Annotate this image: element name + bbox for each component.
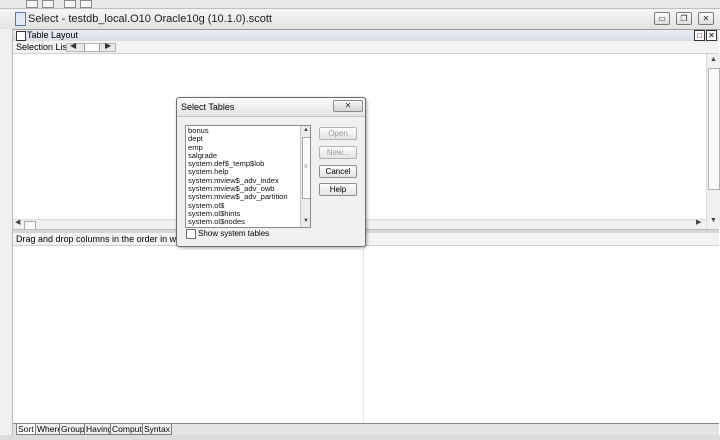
scroll-thumb[interactable] bbox=[708, 68, 720, 190]
toolbar-button-icon[interactable] bbox=[42, 0, 54, 8]
dialog-title: Select Tables bbox=[181, 102, 235, 112]
scroll-up-icon[interactable]: ▲ bbox=[303, 127, 309, 133]
minimize-button[interactable]: ▭ bbox=[654, 12, 670, 25]
pane-divider bbox=[363, 246, 364, 423]
selection-list-row: Selection List: ◀ ▶ bbox=[13, 41, 719, 54]
tab-group[interactable]: Group bbox=[59, 424, 87, 435]
hint-bar: Drag and drop columns in the order in wh… bbox=[13, 233, 719, 246]
scroll-thumb[interactable] bbox=[84, 44, 100, 51]
window-title: Select - testdb_local.O10 Oracle10g (10.… bbox=[28, 13, 272, 25]
cancel-button[interactable]: Cancel bbox=[319, 165, 357, 178]
tab-syntax[interactable]: Syntax bbox=[142, 424, 172, 435]
panel-restore-button[interactable]: □ bbox=[694, 30, 705, 41]
new-button[interactable]: New... bbox=[319, 146, 357, 159]
scroll-down-icon[interactable]: ▼ bbox=[710, 217, 717, 224]
toolbar-button-icon[interactable] bbox=[26, 0, 38, 8]
selection-list-scrollbar[interactable]: ◀ ▶ bbox=[66, 41, 116, 52]
show-system-tables-label: Show system tables bbox=[198, 229, 270, 238]
toolbar-strip bbox=[0, 0, 720, 9]
tab-sort[interactable]: Sort bbox=[16, 424, 36, 435]
show-system-tables-checkbox[interactable] bbox=[186, 229, 196, 239]
help-button[interactable]: Help bbox=[319, 183, 357, 196]
open-button[interactable]: Open bbox=[319, 127, 357, 140]
toolbar-button-icon[interactable] bbox=[80, 0, 92, 8]
window-titlebar: Select - testdb_local.O10 Oracle10g (10.… bbox=[0, 9, 720, 30]
restore-button[interactable]: ❐ bbox=[676, 12, 692, 25]
panel-close-button[interactable]: ✕ bbox=[706, 30, 717, 41]
list-item[interactable]: system.ol$nodes bbox=[188, 217, 298, 226]
document-icon bbox=[15, 12, 26, 26]
scroll-right-icon[interactable]: ▶ bbox=[696, 218, 701, 226]
grip-icon: ≡ bbox=[304, 164, 308, 170]
table-layout-title: Table Layout bbox=[27, 30, 79, 40]
scroll-left-icon[interactable]: ◀ bbox=[70, 41, 76, 50]
canvas-vertical-scrollbar[interactable]: ▲ ▼ bbox=[706, 54, 720, 229]
close-button[interactable]: ✕ bbox=[698, 12, 714, 25]
dialog-close-button[interactable]: ✕ bbox=[333, 100, 363, 112]
list-item[interactable]: bonus bbox=[188, 126, 298, 135]
scroll-down-icon[interactable]: ▼ bbox=[303, 218, 309, 224]
tables-listbox[interactable]: bonus dept emp salgrade system.def$_temp… bbox=[185, 125, 311, 228]
scroll-up-icon[interactable]: ▲ bbox=[710, 56, 717, 63]
status-strip bbox=[0, 435, 720, 440]
toolbar-button-icon[interactable] bbox=[64, 0, 76, 8]
table-layout-icon bbox=[16, 31, 26, 41]
sort-pane[interactable] bbox=[13, 246, 719, 423]
left-frame bbox=[0, 29, 13, 440]
selection-list-label: Selection List: bbox=[16, 42, 73, 52]
dialog-titlebar: Select Tables ✕ bbox=[177, 98, 365, 117]
listbox-scrollbar[interactable]: ▲ ≡ ▼ bbox=[300, 126, 310, 227]
scroll-left-icon[interactable]: ◀ bbox=[15, 218, 20, 226]
list-item[interactable]: dept bbox=[188, 134, 298, 143]
scroll-right-icon[interactable]: ▶ bbox=[105, 41, 111, 50]
select-tables-dialog: Select Tables ✕ bonus dept emp salgrade … bbox=[176, 97, 366, 247]
